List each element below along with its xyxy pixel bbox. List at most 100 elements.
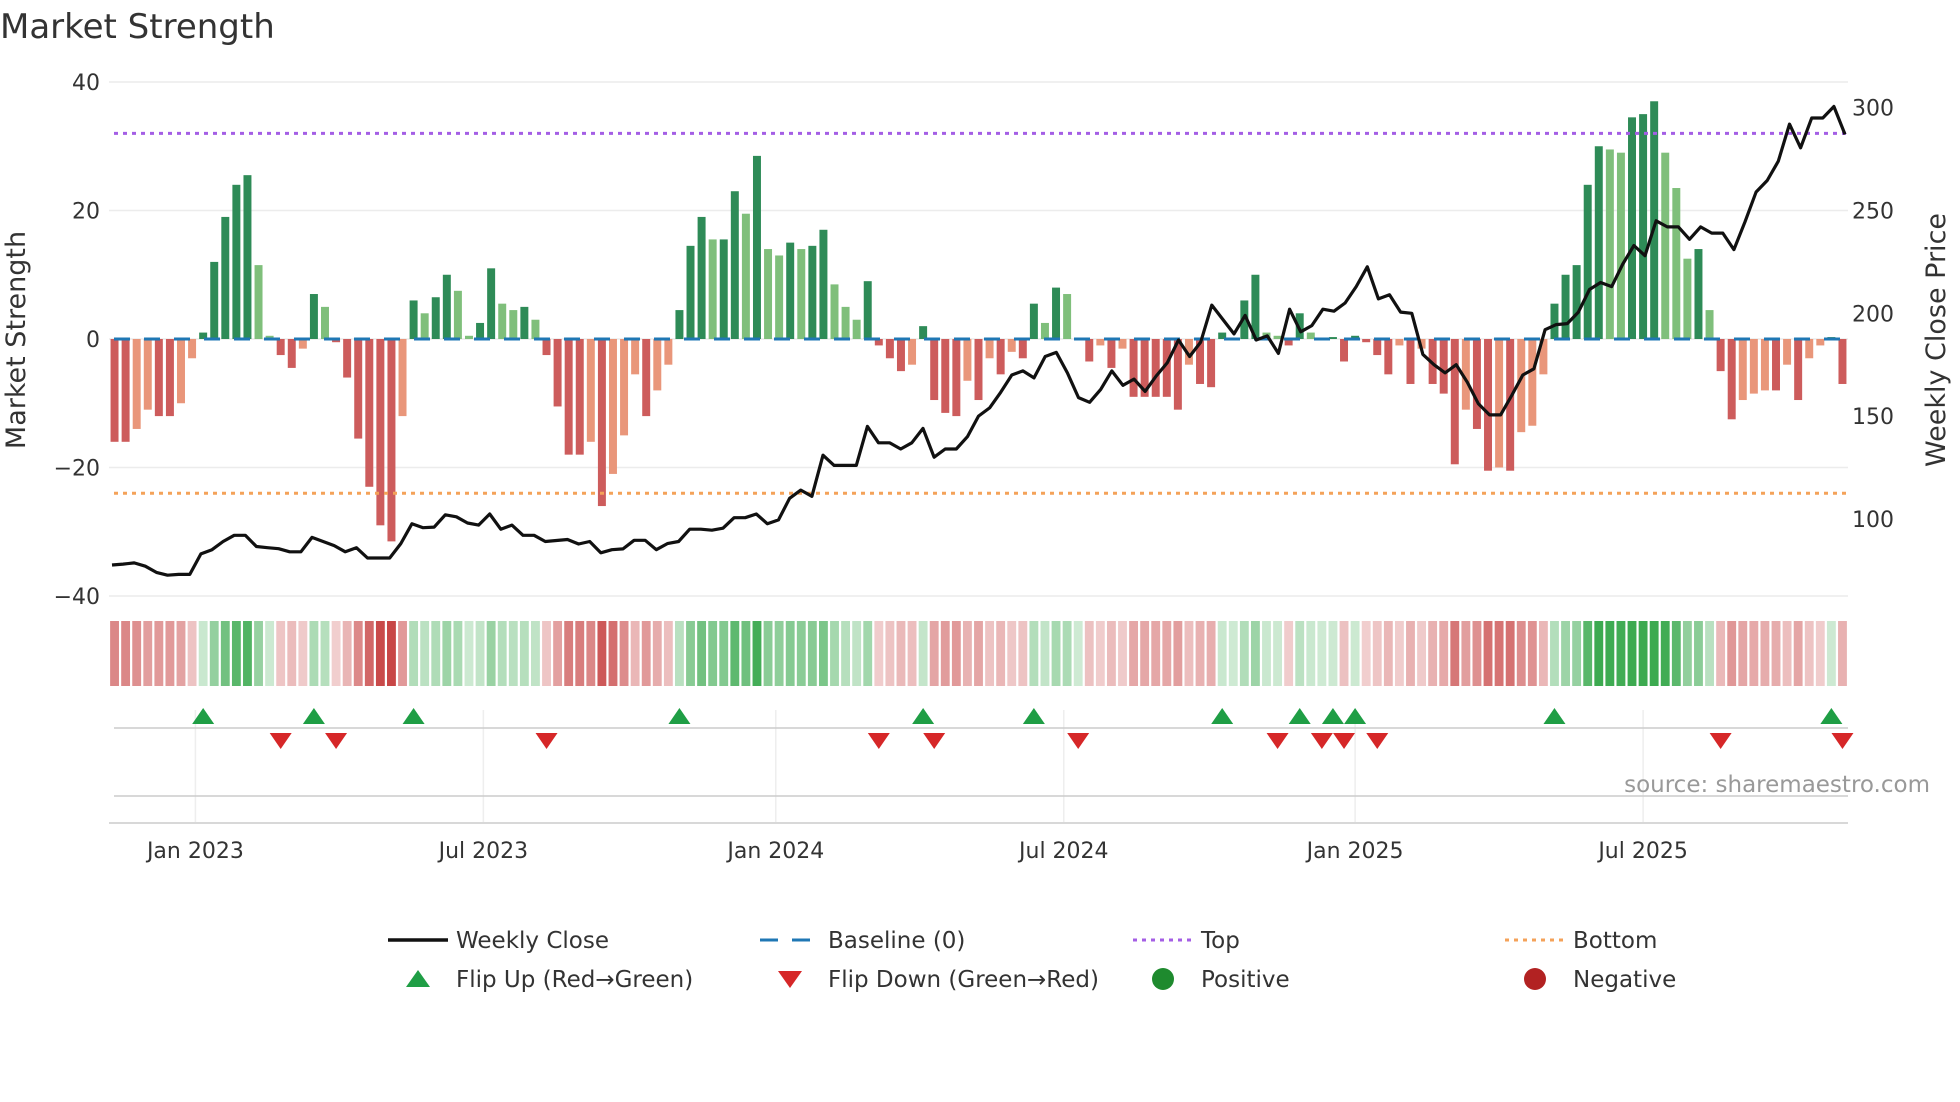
- strip-cell: [1051, 621, 1061, 686]
- strip-cell: [1583, 621, 1593, 686]
- legend-item: Flip Up (Red→Green): [406, 967, 693, 993]
- flip-down-marker: [1366, 733, 1389, 749]
- strength-bar: [1628, 117, 1636, 340]
- strip-cell: [752, 621, 762, 686]
- strip-cell: [387, 621, 396, 686]
- x-tick-label: Jul 2023: [437, 839, 529, 864]
- strength-bar: [1794, 339, 1803, 401]
- legend-label: Positive: [1201, 967, 1290, 993]
- strip-cell: [1605, 621, 1615, 686]
- legend-label: Baseline (0): [828, 928, 965, 954]
- strength-bar: [309, 294, 318, 339]
- y2-tick-label: 300: [1852, 97, 1894, 122]
- strip-cell: [442, 621, 452, 686]
- strip-cell: [575, 621, 585, 686]
- strength-bar: [952, 339, 961, 417]
- strip-cell: [1040, 621, 1050, 686]
- strip-cell: [1162, 621, 1172, 686]
- strip-cell: [1826, 621, 1836, 686]
- strip-cell: [1749, 621, 1759, 686]
- strip-cell: [1649, 621, 1659, 686]
- strip-cell: [1007, 621, 1017, 686]
- strip-cell: [1084, 621, 1094, 686]
- strength-bar: [653, 339, 662, 391]
- flip-up-marker: [402, 708, 425, 724]
- strip-cell: [420, 621, 430, 686]
- strip-cell: [364, 621, 374, 686]
- strength-bar: [1472, 339, 1481, 429]
- strip-cell: [1284, 621, 1294, 686]
- y2-tick-label: 250: [1852, 200, 1894, 225]
- strength-bar: [808, 245, 817, 339]
- strength-bar: [464, 335, 473, 339]
- strength-bar: [453, 290, 462, 339]
- strength-bar: [276, 339, 285, 356]
- legend-item: Positive: [1152, 967, 1290, 993]
- y2-tick-label: 100: [1852, 508, 1894, 533]
- strength-bar: [1528, 339, 1537, 426]
- strip-cell: [1217, 621, 1227, 686]
- strip-cell: [231, 621, 241, 686]
- strength-bar: [941, 339, 950, 413]
- strength-bar: [354, 339, 363, 439]
- strip-cell: [1815, 621, 1825, 686]
- strip-cell: [1151, 621, 1161, 686]
- strip-cell: [608, 621, 618, 686]
- strength-bar: [1052, 287, 1061, 339]
- strength-bar: [1029, 303, 1038, 339]
- strength-bar: [908, 339, 917, 365]
- strip-cell: [1406, 621, 1415, 686]
- strength-bar: [1362, 339, 1371, 343]
- strip-cell: [1228, 621, 1238, 686]
- strip-cell: [763, 621, 773, 686]
- flip-up-marker: [1344, 708, 1367, 724]
- y-axis-label: Market Strength: [1, 231, 32, 449]
- strip-cell: [796, 621, 806, 686]
- strength-bar: [919, 326, 928, 339]
- strip-cell: [209, 621, 219, 686]
- strip-cell: [331, 621, 341, 686]
- flip-down-marker: [325, 733, 348, 749]
- strength-bar: [885, 339, 894, 359]
- strip-cell: [730, 621, 740, 686]
- strength-bar: [1594, 146, 1603, 339]
- flip-up-marker: [912, 708, 935, 724]
- strength-bar: [398, 339, 407, 417]
- flip-up-marker: [1321, 708, 1344, 724]
- chart-title: Market Strength: [0, 7, 275, 47]
- strip-cell: [1129, 621, 1139, 686]
- strip-cell: [741, 621, 751, 686]
- x-tick-label: Jul 2024: [1017, 839, 1109, 864]
- strip-cell: [1793, 621, 1803, 686]
- strip-cell: [863, 621, 873, 686]
- flip-up-marker: [1211, 708, 1234, 724]
- strip-cell: [1262, 621, 1271, 686]
- strip-cell: [830, 621, 839, 686]
- strength-bar: [1273, 335, 1282, 339]
- y-tick-label: −20: [54, 457, 100, 482]
- strip-cell: [464, 621, 474, 686]
- strip-cell: [951, 621, 961, 686]
- strength-bar: [1550, 303, 1559, 339]
- strip-cell: [874, 621, 884, 686]
- flip-up-marker: [668, 708, 691, 724]
- strength-bar: [1040, 322, 1049, 339]
- strip-cell: [176, 621, 186, 686]
- strip-cell: [508, 621, 518, 686]
- source-note: source: sharemaestro.com: [1624, 772, 1930, 798]
- strip-cell: [564, 621, 574, 686]
- legend-item: Flip Down (Green→Red): [778, 967, 1099, 993]
- strip-cell: [1140, 621, 1150, 686]
- strip-cell: [1561, 621, 1570, 686]
- strength-bar: [321, 306, 329, 339]
- strength-bar: [1373, 339, 1382, 356]
- strength-bar: [841, 306, 850, 339]
- strength-bar: [697, 216, 706, 339]
- strip-cell: [1782, 621, 1792, 686]
- strength-bar: [431, 297, 440, 339]
- strength-bar: [1805, 339, 1814, 359]
- strength-bar: [243, 175, 252, 339]
- strip-cell: [1184, 621, 1194, 686]
- strip-cell: [1029, 621, 1039, 686]
- strip-cell: [962, 621, 972, 686]
